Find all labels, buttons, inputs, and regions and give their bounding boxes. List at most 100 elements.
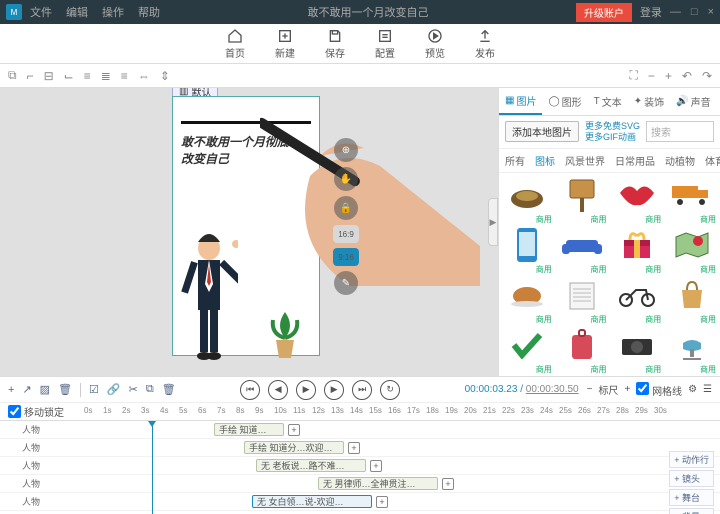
cat-nature[interactable]: 动植物 [665, 153, 695, 168]
align-left-icon[interactable]: ≡ [84, 69, 91, 83]
top-publish[interactable]: 发布 [475, 28, 495, 60]
add-clip-button[interactable]: + [348, 442, 360, 454]
align-mid-icon[interactable]: ⊟ [44, 69, 54, 83]
tl-list-icon[interactable]: ☰ [703, 384, 712, 395]
skip-end-icon[interactable]: ⏭ [352, 380, 372, 400]
add-action-row[interactable]: + 动作行 [669, 451, 714, 468]
dist-h-icon[interactable]: ⇔ [138, 69, 150, 83]
upgrade-button[interactable]: 升级账户 [576, 3, 632, 22]
asset-sofa[interactable]: 商用 [556, 227, 609, 275]
asset-lips[interactable]: 商用 [611, 177, 664, 225]
add-clip-button[interactable]: + [288, 424, 300, 436]
asset-nest[interactable]: 商用 [501, 177, 554, 225]
motion-lock-check[interactable] [8, 405, 21, 418]
zoom-out-icon[interactable]: − [648, 69, 655, 83]
lock-tool-icon[interactable]: 🔒 [334, 196, 358, 220]
character-businessman[interactable] [180, 230, 238, 360]
cat-daily[interactable]: 日常用品 [615, 153, 655, 168]
asset-camera[interactable]: 商用 [611, 327, 664, 375]
tl-check-icon[interactable]: ☑ [89, 383, 99, 396]
tl-trash-icon[interactable]: 🗑 [162, 383, 176, 396]
align-center-icon[interactable]: ≣ [101, 69, 111, 83]
add-stage[interactable]: + 舞台 [669, 489, 714, 506]
tl-del-icon[interactable]: 🗑 [58, 383, 72, 396]
track-row[interactable]: 人物无 老板说…路不难…+ [0, 457, 720, 475]
tab-image[interactable]: ▦ 图片 [499, 88, 542, 115]
more-gif-link[interactable]: 更多GIF动画 [585, 132, 640, 143]
add-clip-button[interactable]: + [370, 460, 382, 472]
track-row[interactable]: 人物无 男律师…全神贯注…+ [0, 475, 720, 493]
menu-help[interactable]: 帮助 [138, 4, 160, 20]
align-bot-icon[interactable]: ⌙ [64, 69, 74, 83]
play-icon[interactable]: ▶ [296, 380, 316, 400]
add-local-image-button[interactable]: 添加本地图片 [505, 121, 579, 142]
timeline-clip[interactable]: 手绘 知道… [214, 423, 284, 436]
next-frame-icon[interactable]: ▶ [324, 380, 344, 400]
asset-map[interactable]: 商用 [665, 227, 718, 275]
canvas-area[interactable]: ▥ 默认 敢不敢用一个月彻底 改变自己 [0, 88, 498, 376]
asset-gift[interactable]: 商用 [611, 227, 664, 275]
redo-icon[interactable]: ↷ [702, 69, 712, 83]
timeline-clip[interactable]: 无 老板说…路不难… [256, 459, 366, 472]
ratio-16-9[interactable]: 16:9 [333, 225, 359, 243]
asset-chair[interactable]: 商用 [665, 327, 718, 375]
top-preview[interactable]: 预览 [425, 28, 445, 60]
loop-icon[interactable]: ↻ [380, 380, 400, 400]
align-right-icon[interactable]: ≡ [121, 69, 128, 83]
top-config[interactable]: 配置 [375, 28, 395, 60]
menu-file[interactable]: 文件 [30, 4, 52, 20]
zoom-in-icon[interactable]: + [665, 69, 672, 83]
cat-sport[interactable]: 体育 [705, 153, 720, 168]
plant-decoration[interactable] [270, 310, 300, 360]
asset-turkey[interactable]: 商用 [501, 277, 554, 325]
zoom-minus[interactable]: − [587, 384, 593, 395]
close-icon[interactable]: × [708, 6, 714, 18]
asset-motorcycle[interactable]: 商用 [611, 277, 664, 325]
zoom-tool-icon[interactable]: ⊕ [334, 138, 358, 162]
top-home[interactable]: 首页 [225, 28, 245, 60]
tab-sound[interactable]: 🔊 声音 [670, 88, 716, 115]
tab-shape[interactable]: ◯ 图形 [542, 88, 587, 115]
cat-icons[interactable]: 图标 [535, 153, 555, 168]
timeline-clip[interactable]: 无 男律师…全神贯注… [318, 477, 438, 490]
menu-edit[interactable]: 编辑 [66, 4, 88, 20]
tl-fx-icon[interactable]: ▨ [40, 383, 50, 396]
grid-toggle[interactable]: 网格线 [636, 382, 682, 398]
asset-sign[interactable]: 商用 [556, 177, 609, 225]
add-background[interactable]: + 背景 [669, 508, 714, 514]
tl-settings-icon[interactable]: ⚙ [688, 384, 697, 395]
zoom-fit-icon[interactable]: ⛶ [629, 68, 637, 83]
hand-tool-icon[interactable]: ✋ [334, 167, 358, 191]
tl-export-icon[interactable]: ↗ [22, 383, 31, 396]
tab-text[interactable]: T 文本 [588, 88, 628, 115]
track-row[interactable]: 人物无 女白领…说-欢迎…+ [0, 493, 720, 511]
login-link[interactable]: 登录 [640, 4, 662, 20]
top-new[interactable]: 新建 [275, 28, 295, 60]
timeline-clip[interactable]: 手绘 知道分…欢迎… [244, 441, 344, 454]
cat-scenery[interactable]: 风景世界 [565, 153, 605, 168]
top-save[interactable]: 保存 [325, 28, 345, 60]
asset-papers[interactable]: 商用 [556, 277, 609, 325]
tab-decor[interactable]: ✦ 装饰 [628, 88, 670, 115]
maximize-icon[interactable]: □ [691, 6, 698, 18]
add-camera[interactable]: + 镜头 [669, 470, 714, 487]
ratio-9-16[interactable]: 9:16 [333, 248, 359, 266]
tl-link-icon[interactable]: 🔗 [107, 383, 121, 396]
search-input[interactable]: 搜索 [646, 121, 714, 142]
undo-icon[interactable]: ↶ [682, 69, 692, 83]
tl-copy-icon[interactable]: ⧉ [146, 383, 154, 396]
more-svg-link[interactable]: 更多免费SVG [585, 121, 640, 132]
edit-tool-icon[interactable]: ✎ [334, 271, 358, 295]
dist-v-icon[interactable]: ⇕ [160, 69, 170, 83]
asset-truck[interactable]: 商用 [665, 177, 718, 225]
asset-bag[interactable]: 商用 [665, 277, 718, 325]
align-top-icon[interactable]: ⌐ [27, 69, 34, 83]
panel-collapse-handle[interactable]: ▶ [488, 198, 498, 246]
add-clip-button[interactable]: + [442, 478, 454, 490]
zoom-plus[interactable]: + [624, 384, 630, 395]
minimize-icon[interactable]: — [670, 6, 681, 18]
tl-cut-icon[interactable]: ✂ [129, 383, 138, 396]
asset-check[interactable]: 商用 [501, 327, 554, 375]
asset-suitcase[interactable]: 商用 [556, 327, 609, 375]
cat-all[interactable]: 所有 [505, 153, 525, 168]
